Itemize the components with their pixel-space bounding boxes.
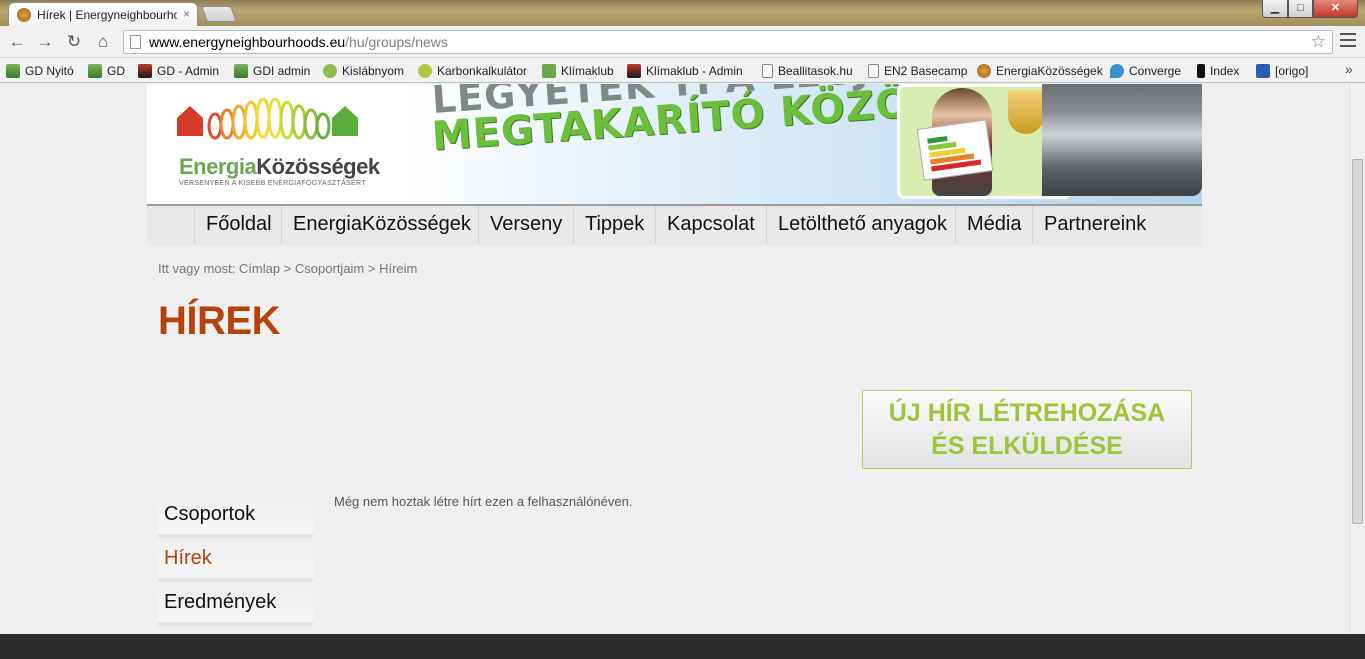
bookmark-beallitasok[interactable]: Beallitasok.hu <box>762 63 853 79</box>
banner-artwork: LEGYETEK TI A LEGJOBB! MEGTAKARÍTÓ KÖZÖS… <box>402 84 1202 204</box>
browser-tab[interactable]: Hírek | Energyneighbourho × <box>8 2 198 26</box>
bookmark-index[interactable]: Index <box>1197 63 1239 79</box>
window-maximize-button[interactable]: □ <box>1288 0 1313 18</box>
tab-close-icon[interactable]: × <box>183 7 190 21</box>
logo-wordmark: EnergiaKözösségek <box>179 154 380 180</box>
bookmark-label: EnergiaKözösségek <box>996 64 1103 78</box>
nav-item-energiakozossegek[interactable]: EnergiaKözösségek <box>281 206 482 244</box>
gd-icon <box>6 64 20 78</box>
bookmark-label: GDI admin <box>253 64 311 78</box>
bookmark-gdi-admin[interactable]: GDI admin <box>234 63 310 79</box>
page-scrollbar[interactable] <box>1349 84 1365 634</box>
sidebar-item-hirek[interactable]: Hírek <box>158 538 313 582</box>
bookmark-label: Klímaklub - Admin <box>646 64 743 78</box>
nav-item-verseny[interactable]: Verseny <box>478 206 573 244</box>
chrome-menu-icon[interactable] <box>1340 33 1356 51</box>
energy-certificate-image <box>916 119 994 181</box>
nav-item-letoltheto-anyagok[interactable]: Letölthető anyagok <box>766 206 958 244</box>
logo-part1: Energia <box>179 154 257 179</box>
nav-item-partnereink[interactable]: Partnereink <box>1032 206 1157 244</box>
page-title: HÍREK <box>158 299 280 343</box>
url-path: /hu/groups/news <box>345 34 448 50</box>
bookmark-klimaklub[interactable]: Klímaklub <box>542 63 614 79</box>
gd-icon <box>234 64 248 78</box>
index-icon <box>1197 64 1205 78</box>
title-bar: Hírek | Energyneighbourho × ▁ □ ✕ <box>0 0 1365 26</box>
bookmark-label: EN2 Basecamp <box>884 64 968 78</box>
bookmark-en2-basecamp[interactable]: EN2 Basecamp <box>868 63 967 79</box>
nav-item-media[interactable]: Média <box>955 206 1032 244</box>
bookmarks-bar: GD Nyitó GD GD - Admin GDI admin Kislábn… <box>0 58 1365 83</box>
page-footer <box>0 634 1365 659</box>
puzzle-icon <box>627 64 641 78</box>
forward-arrow-icon[interactable]: → <box>34 32 56 52</box>
bookmark-label: [origo] <box>1275 64 1309 78</box>
page-viewport: EnergiaKözösségek VERSENYBEN A KISEBB EN… <box>0 84 1349 634</box>
address-bar[interactable]: www.energyneighbourhoods.eu/hu/groups/ne… <box>123 30 1333 54</box>
bookmark-karbonkalkulator[interactable]: Karbonkalkulátor <box>418 63 527 79</box>
bookmark-origo[interactable]: [origo] <box>1256 63 1308 79</box>
bookmark-label: Klímaklub <box>561 64 614 78</box>
logo-houses-people-icon <box>177 98 358 140</box>
scrollbar-thumb[interactable] <box>1352 159 1363 524</box>
new-news-button[interactable]: ÚJ HÍR LÉTREHOZÁSA ÉS ELKÜLDÉSE <box>862 390 1192 469</box>
bookmark-label: Beallitasok.hu <box>778 64 853 78</box>
site-favicon-icon <box>17 8 31 22</box>
leaf-icon <box>542 64 556 78</box>
logo-tagline: VERSENYBEN A KISEBB ENERGIAFOGYASZTÁSÉRT <box>179 180 366 187</box>
footprint-icon <box>323 64 337 78</box>
bookmark-kislabnyom[interactable]: Kislábnyom <box>323 63 404 79</box>
home-icon[interactable]: ⌂ <box>92 32 114 52</box>
bookmark-label: Index <box>1210 64 1240 78</box>
page-icon <box>130 35 141 49</box>
empty-news-message: Még nem hoztak létre hírt ezen a felhasz… <box>334 494 633 509</box>
bookmark-label: Converge <box>1129 64 1182 78</box>
bookmark-klimaklub-admin[interactable]: Klímaklub - Admin <box>627 63 743 79</box>
puzzle-icon <box>138 64 152 78</box>
new-tab-button[interactable] <box>201 6 237 22</box>
bookmark-energiakozossegek[interactable]: EnergiaKözösségek <box>977 63 1103 79</box>
bookmark-label: Kislábnyom <box>342 64 405 78</box>
bookmark-label: GD Nyitó <box>25 64 74 78</box>
drop-icon <box>1110 64 1124 78</box>
origo-icon <box>1256 64 1270 78</box>
bookmark-label: GD - Admin <box>157 64 220 78</box>
site-logo[interactable]: EnergiaKözösségek VERSENYBEN A KISEBB EN… <box>175 98 380 193</box>
bookmark-label: GD <box>107 64 125 78</box>
page-icon <box>868 64 879 78</box>
breadcrumb[interactable]: Itt vagy most: Címlap > Csoportjaim > Hí… <box>158 261 417 276</box>
new-news-button-line1: ÚJ HÍR LÉTREHOZÁSA <box>888 399 1166 427</box>
bookmark-converge[interactable]: Converge <box>1110 63 1181 79</box>
tab-title: Hírek | Energyneighbourho <box>37 8 177 22</box>
bookmark-gd[interactable]: GD <box>88 63 125 79</box>
back-arrow-icon[interactable]: ← <box>6 32 28 52</box>
nav-item-fooldal[interactable]: Főoldal <box>194 206 283 244</box>
trophy-icon <box>1008 90 1044 134</box>
window-minimize-button[interactable]: ▁ <box>1262 0 1288 18</box>
bookmark-gd-nyito[interactable]: GD Nyitó <box>6 63 74 79</box>
nav-item-kapcsolat[interactable]: Kapcsolat <box>655 206 766 244</box>
reload-icon[interactable]: ↻ <box>63 32 85 52</box>
main-navigation: Főoldal EnergiaKözösségek Verseny Tippek… <box>147 204 1202 246</box>
page-icon <box>762 64 773 78</box>
browser-toolbar: ← → ↻ ⌂ www.energyneighbourhoods.eu/hu/g… <box>0 26 1365 58</box>
group-sidebar: Csoportok Hírek Eredmények <box>158 494 313 626</box>
logo-part2: Közösségek <box>256 154 380 179</box>
co2-icon <box>418 64 432 78</box>
site-banner: EnergiaKözösségek VERSENYBEN A KISEBB EN… <box>147 84 1202 204</box>
url-text[interactable]: www.energyneighbourhoods.eu/hu/groups/ne… <box>149 31 448 53</box>
bookmark-label: Karbonkalkulátor <box>437 64 528 78</box>
gd-icon <box>88 64 102 78</box>
new-news-button-line2: ÉS ELKÜLDÉSE <box>931 432 1123 460</box>
url-host: www.energyneighbourhoods.eu <box>149 34 346 50</box>
group-photo <box>1042 84 1202 196</box>
sidebar-item-csoportok[interactable]: Csoportok <box>158 494 313 538</box>
sidebar-item-eredmenyek[interactable]: Eredmények <box>158 582 313 626</box>
bookmark-gd-admin[interactable]: GD - Admin <box>138 63 219 79</box>
bookmark-star-icon[interactable]: ☆ <box>1311 31 1326 53</box>
bookmarks-overflow-icon[interactable]: » <box>1345 61 1353 77</box>
bear-icon <box>977 64 991 78</box>
nav-item-tippek[interactable]: Tippek <box>573 206 655 244</box>
window-close-button[interactable]: ✕ <box>1313 0 1358 18</box>
